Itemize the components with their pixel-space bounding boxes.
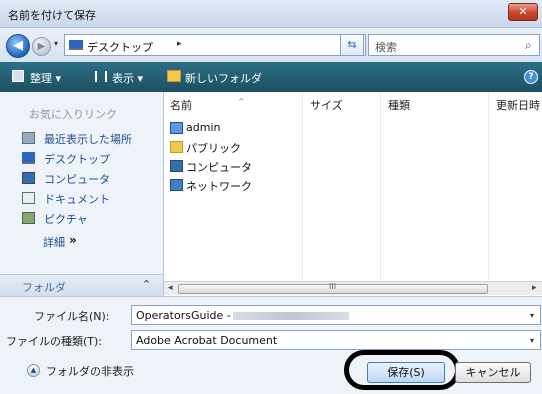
command-toolbar: 整理 ▾ 表示 ▾ 新しいフォルダ ? (0, 62, 542, 92)
sort-ascending-icon: ^ (238, 97, 245, 106)
cancel-button[interactable]: キャンセル (455, 362, 531, 383)
column-header-label: 名前 (170, 99, 192, 112)
documents-icon (22, 192, 35, 204)
sidebar-item-label: ドキュメント (44, 193, 110, 206)
folders-label: フォルダ (22, 281, 66, 294)
save-button[interactable]: 保存(S) (367, 362, 445, 383)
scrollbar-grip: III (329, 282, 337, 291)
column-header-label: サイズ (310, 99, 343, 112)
filetype-value: Adobe Acrobat Document (136, 334, 278, 347)
filetype-label: ファイルの種類(T): (6, 335, 103, 348)
computer-icon (22, 172, 35, 184)
computer-icon (170, 160, 183, 172)
sidebar-item-label: 最近表示した場所 (44, 133, 132, 146)
pictures-icon (22, 212, 35, 224)
collapse-icon: ▲ (27, 364, 40, 377)
recent-pages-dropdown[interactable]: ▾ (54, 39, 58, 48)
recent-places-icon (22, 132, 35, 144)
column-divider (380, 92, 381, 288)
column-divider (488, 92, 489, 288)
file-list: 名前 ^ サイズ 種類 更新日時 admin パブリック コンピュータ ネットワ… (163, 92, 542, 296)
sidebar-item-label: コンピュータ (44, 173, 110, 186)
public-folder-icon (170, 141, 183, 153)
filetype-dropdown[interactable]: ▾ (530, 336, 534, 345)
refresh-button[interactable]: ⇆ (340, 34, 364, 56)
navigation-pane: お気に入りリンク 最近表示した場所 デスクトップ コンピュータ ドキュメント ピ… (0, 92, 163, 270)
list-item-label: ネットワーク (186, 180, 252, 193)
network-icon (170, 179, 183, 191)
organize-button[interactable]: 整理 ▾ (30, 70, 61, 86)
address-path-desktop[interactable]: デスクトップ (87, 39, 153, 55)
new-folder-button[interactable]: 新しいフォルダ (185, 70, 262, 86)
folders-toggle-bar[interactable]: フォルダ ⌃ (0, 274, 163, 296)
title-bar: 名前を付けて保存 ✕ (0, 0, 542, 28)
filename-field[interactable]: OperatorsGuide - ▾ (131, 305, 541, 325)
sidebar-item-label: ピクチャ (44, 213, 88, 226)
filename-value: OperatorsGuide - (136, 309, 349, 322)
scroll-right-arrow[interactable]: ▸ (532, 283, 537, 293)
user-folder-icon (170, 122, 183, 134)
close-button[interactable]: ✕ (508, 3, 538, 21)
scrollbar-thumb[interactable]: III (178, 282, 488, 294)
desktop-icon (22, 152, 35, 164)
address-bar[interactable]: デスクトップ ▸ ▾ (64, 34, 366, 56)
double-chevron-right-icon[interactable]: » (69, 233, 77, 247)
scroll-left-arrow[interactable]: ◂ (168, 283, 173, 293)
column-header-label: 種類 (388, 99, 410, 112)
favorite-links-header: お気に入りリンク (29, 108, 117, 121)
filename-dropdown[interactable]: ▾ (530, 311, 534, 320)
horizontal-scrollbar[interactable]: ◂ III ▸ (164, 281, 542, 295)
filetype-select[interactable]: Adobe Acrobat Document ▾ (131, 330, 541, 350)
redacted-text (232, 312, 349, 320)
list-item-label: admin (186, 121, 221, 134)
search-icon[interactable]: ⌕ (525, 38, 532, 53)
view-button[interactable]: 表示 ▾ (112, 70, 143, 86)
more-links[interactable]: 詳細 (43, 234, 65, 250)
help-button[interactable]: ? (524, 70, 538, 84)
address-row: ◀ ▶ ▾ デスクトップ ▸ ▾ ⇆ 検索 ⌕ (0, 28, 542, 62)
column-divider (302, 92, 303, 288)
back-button[interactable]: ◀ (6, 34, 30, 58)
desktop-icon (69, 40, 83, 50)
list-item-label: コンピュータ (186, 161, 252, 174)
hide-folders-label: フォルダの非表示 (46, 365, 134, 378)
chevron-up-icon[interactable]: ⌃ (142, 278, 151, 291)
new-folder-icon (167, 70, 181, 82)
filename-label: ファイル名(N): (34, 310, 110, 323)
sidebar-item-label: デスクトップ (44, 153, 110, 166)
save-as-dialog: 名前を付けて保存 ✕ ◀ ▶ ▾ デスクトップ ▸ ▾ ⇆ 検索 ⌕ 整理 ▾ … (0, 0, 542, 394)
search-input[interactable]: 検索 ⌕ (368, 34, 540, 56)
column-header-label: 更新日時 (496, 99, 540, 112)
list-item-label: パブリック (186, 142, 241, 155)
hide-folders-toggle[interactable]: ▲ フォルダの非表示 (27, 363, 177, 381)
forward-button[interactable]: ▶ (32, 37, 51, 56)
window-title: 名前を付けて保存 (8, 9, 96, 22)
search-placeholder: 検索 (375, 41, 397, 54)
save-form: ファイル名(N): OperatorsGuide - ▾ ファイルの種類(T):… (0, 296, 542, 394)
view-icon (95, 71, 107, 82)
organize-icon (12, 70, 24, 82)
chevron-right-icon[interactable]: ▸ (177, 39, 182, 49)
